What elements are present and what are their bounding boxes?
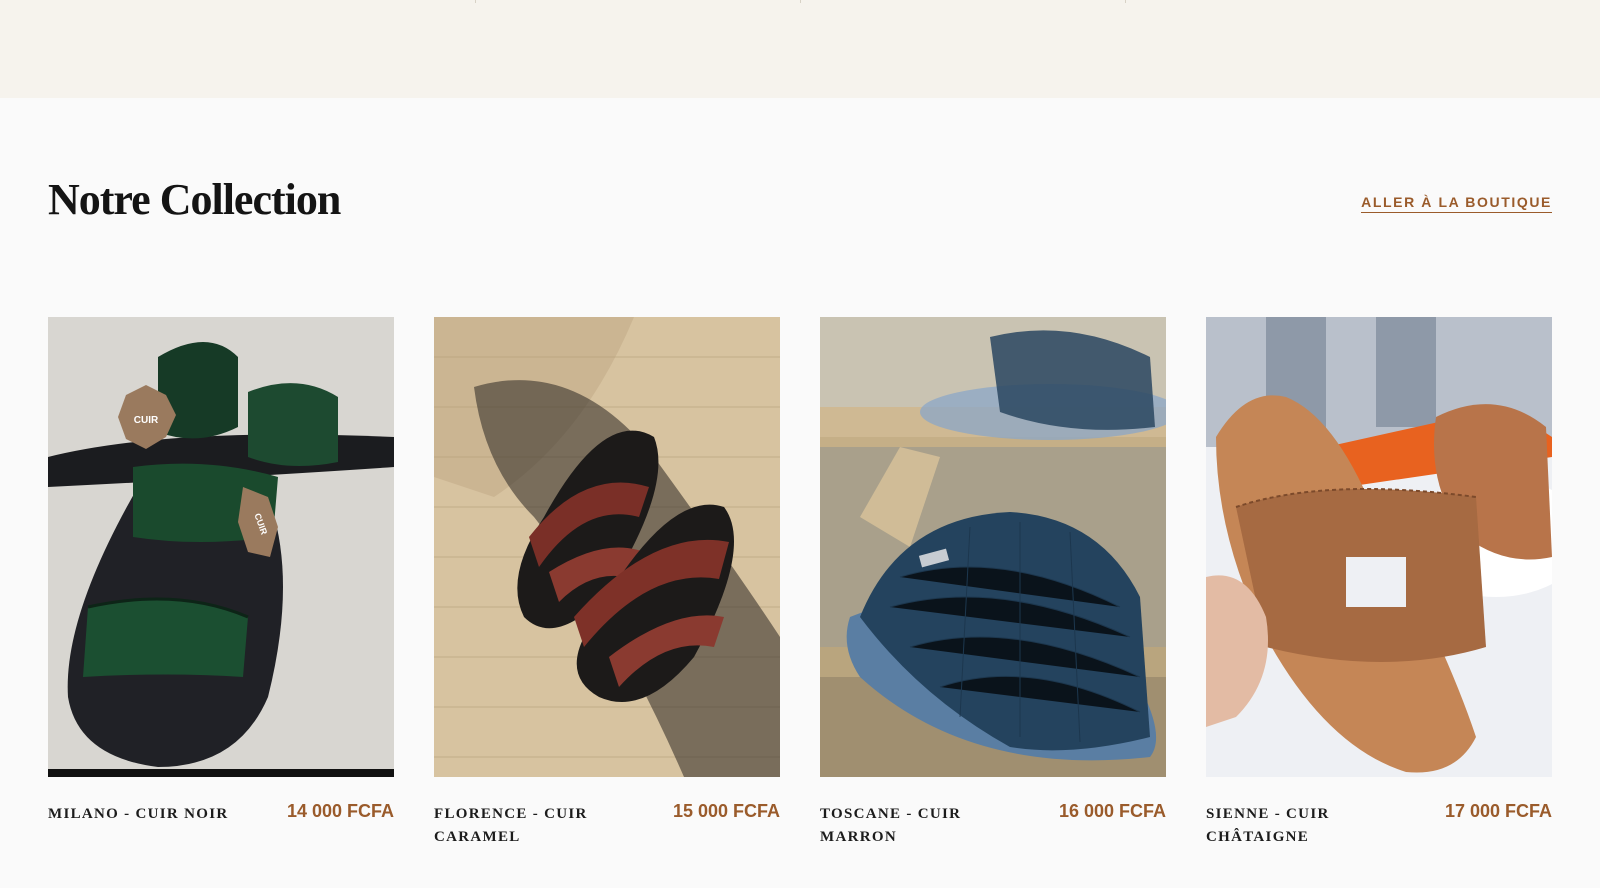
- divider: [475, 0, 476, 3]
- product-card[interactable]: TOSCANE - CUIR MARRON 16 000 FCFA: [820, 317, 1166, 879]
- sandal-braided-burgundy-photo: [434, 317, 780, 777]
- product-image[interactable]: [1206, 317, 1552, 777]
- product-card[interactable]: CUIR CUIR MILANO - CUIR NOIR 14 000 FCFA: [48, 317, 394, 879]
- product-price: 14 000 FCFA: [286, 801, 394, 821]
- sandal-green-croc-photo: CUIR CUIR: [48, 317, 394, 777]
- product-name[interactable]: SIENNE - CUIR CHÂTAIGNE: [1206, 803, 1411, 849]
- product-name[interactable]: TOSCANE - CUIR MARRON: [820, 803, 1025, 849]
- divider: [1125, 0, 1126, 3]
- go-to-shop-link[interactable]: ALLER À LA BOUTIQUE: [1361, 194, 1552, 213]
- product-price: 17 000 FCFA: [1444, 801, 1552, 821]
- product-name[interactable]: FLORENCE - CUIR CARAMEL: [434, 803, 639, 849]
- product-image[interactable]: [820, 317, 1166, 777]
- product-image[interactable]: CUIR CUIR: [48, 317, 394, 777]
- product-price: 15 000 FCFA: [672, 801, 780, 821]
- product-price: 16 000 FCFA: [1058, 801, 1166, 821]
- slide-navy-croc-photo: [820, 317, 1166, 777]
- product-card[interactable]: SIENNE - CUIR CHÂTAIGNE 17 000 FCFA: [1206, 317, 1552, 879]
- slide-tan-h-strap-photo: [1206, 317, 1552, 777]
- product-card[interactable]: FLORENCE - CUIR CARAMEL 15 000 FCFA: [434, 317, 780, 879]
- product-name[interactable]: MILANO - CUIR NOIR: [48, 803, 253, 826]
- top-banner: [0, 0, 1600, 98]
- product-image[interactable]: [434, 317, 780, 777]
- badge-text: CUIR: [134, 415, 159, 426]
- divider: [800, 0, 801, 3]
- section-title: Notre Collection: [48, 175, 341, 224]
